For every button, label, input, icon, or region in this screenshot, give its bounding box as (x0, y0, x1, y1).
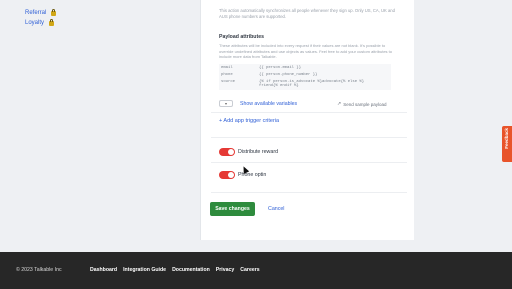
divider (211, 137, 407, 138)
payload-key: source (221, 80, 236, 84)
save-changes-button[interactable]: Save changes (210, 202, 255, 216)
sidebar: Referral Loyalty (0, 0, 200, 252)
payload-value: {{ person.phone_number }} (259, 73, 318, 78)
sidebar-item-referral[interactable]: Referral (25, 8, 57, 16)
sync-note: This action automatically synchronizes a… (219, 8, 395, 19)
footer-link-dashboard[interactable]: Dashboard (90, 267, 117, 273)
payload-value-continued: friend{% endif %} (259, 84, 299, 88)
divider (211, 162, 407, 163)
send-sample-label: Send sample payload (343, 101, 387, 107)
send-icon: ↗ (337, 101, 342, 107)
cancel-button[interactable]: Cancel (268, 206, 285, 212)
distribute-reward-toggle[interactable] (219, 148, 235, 156)
lock-icon (49, 18, 55, 26)
payload-description: These attributes will be included into e… (219, 43, 392, 60)
divider (211, 112, 407, 113)
footer: © 2023 Talkable Inc Dashboard Integratio… (0, 252, 512, 289)
copyright: © 2023 Talkable Inc (16, 267, 62, 273)
payload-table: email {{ person.email }} phone {{ person… (219, 64, 391, 90)
payload-title: Payload attributes (219, 34, 264, 40)
sidebar-item-loyalty[interactable]: Loyalty (25, 18, 55, 26)
distribute-reward-label: Distribute reward (238, 149, 279, 155)
variables-select[interactable]: ▾ (219, 100, 233, 107)
payload-key: email (221, 65, 233, 70)
sidebar-item-label: Referral (25, 10, 47, 16)
footer-link-integration-guide[interactable]: Integration Guide (123, 267, 166, 273)
feedback-tab[interactable]: Feedback (502, 126, 512, 162)
divider (211, 192, 407, 193)
show-variables-link[interactable]: Show available variables (240, 101, 297, 107)
footer-link-careers[interactable]: Careers (240, 267, 259, 273)
feedback-label: Feedback (504, 128, 509, 149)
phone-optin-toggle[interactable] (219, 171, 235, 179)
payload-row: phone {{ person.phone_number }} (219, 71, 391, 79)
payload-value: {{ person.email }} (259, 65, 302, 70)
add-trigger-criteria-link[interactable]: + Add app trigger criteria (219, 118, 279, 124)
payload-row: source {% if person.is_advocate %}advoca… (219, 79, 391, 90)
phone-optin-label: Phone optin (238, 172, 267, 178)
payload-row: email {{ person.email }} (219, 64, 391, 72)
lock-icon (51, 8, 57, 16)
footer-links: Dashboard Integration Guide Documentatio… (90, 267, 260, 273)
footer-link-documentation[interactable]: Documentation (172, 267, 210, 273)
payload-key: phone (221, 73, 233, 78)
footer-link-privacy[interactable]: Privacy (216, 267, 234, 273)
sidebar-item-label: Loyalty (25, 20, 45, 26)
send-sample-payload-button[interactable]: ↗ Send sample payload (337, 101, 386, 107)
